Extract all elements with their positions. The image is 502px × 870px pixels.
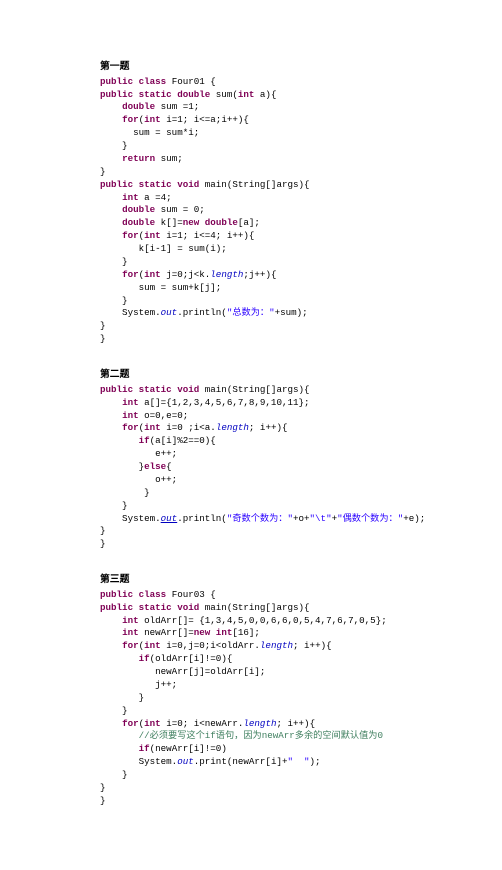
code-line: for(int j=0;j<k.length;j++){ <box>100 269 502 282</box>
code-line: } <box>100 538 502 551</box>
code-line: } <box>100 166 502 179</box>
code-line: } <box>100 487 502 500</box>
code-line: int o=0,e=0; <box>100 410 502 423</box>
code-line: } <box>100 333 502 346</box>
code-line: System.out.println("奇数个数为："+o+"\t"+"偶数个数… <box>100 513 502 526</box>
code-1: public class Four01 {public static doubl… <box>100 76 502 346</box>
code-line: for(int i=1; i<=a;i++){ <box>100 114 502 127</box>
code-line: if(newArr[i]!=0) <box>100 743 502 756</box>
code-line: o++; <box>100 474 502 487</box>
code-line: int a[]={1,2,3,4,5,6,7,8,9,10,11}; <box>100 397 502 410</box>
code-line: }else{ <box>100 461 502 474</box>
page: 第一题 public class Four01 {public static d… <box>0 0 502 870</box>
code-line: int newArr[]=new int[16]; <box>100 627 502 640</box>
heading-2: 第二题 <box>100 368 502 382</box>
heading-1: 第一题 <box>100 60 502 74</box>
code-line: System.out.print(newArr[i]+" "); <box>100 756 502 769</box>
code-line: for(int i=1; i<=4; i++){ <box>100 230 502 243</box>
code-line: j++; <box>100 679 502 692</box>
code-3: public class Four03 {public static void … <box>100 589 502 808</box>
code-line: int oldArr[]= {1,3,4,5,0,0,6,6,0,5,4,7,6… <box>100 615 502 628</box>
code-line: newArr[j]=oldArr[i]; <box>100 666 502 679</box>
section-1: 第一题 public class Four01 {public static d… <box>100 60 502 346</box>
code-line: } <box>100 795 502 808</box>
code-line: k[i-1] = sum(i); <box>100 243 502 256</box>
code-line: System.out.println("总数为："+sum); <box>100 307 502 320</box>
code-line: } <box>100 295 502 308</box>
section-3: 第三题 public class Four03 {public static v… <box>100 573 502 808</box>
code-line: double sum =1; <box>100 101 502 114</box>
code-line: sum = sum+k[j]; <box>100 282 502 295</box>
code-line: public static void main(String[]args){ <box>100 384 502 397</box>
code-line: if(oldArr[i]!=0){ <box>100 653 502 666</box>
code-line: if(a[i]%2==0){ <box>100 435 502 448</box>
code-line: public static void main(String[]args){ <box>100 179 502 192</box>
code-line: for(int i=0 ;i<a.length; i++){ <box>100 422 502 435</box>
code-line: public static void main(String[]args){ <box>100 602 502 615</box>
code-line: } <box>100 500 502 513</box>
code-line: } <box>100 782 502 795</box>
code-line: } <box>100 525 502 538</box>
code-line: } <box>100 320 502 333</box>
code-line: } <box>100 140 502 153</box>
code-line: } <box>100 692 502 705</box>
code-line: sum = sum*i; <box>100 127 502 140</box>
code-line: for(int i=0,j=0;i<oldArr.length; i++){ <box>100 640 502 653</box>
section-2: 第二题 public static void main(String[]args… <box>100 368 502 551</box>
code-line: e++; <box>100 448 502 461</box>
code-line: //必须要写这个if语句，因为newArr多余的空间默认值为0 <box>100 730 502 743</box>
heading-3: 第三题 <box>100 573 502 587</box>
code-line: for(int i=0; i<newArr.length; i++){ <box>100 718 502 731</box>
code-line: } <box>100 705 502 718</box>
code-2: public static void main(String[]args){ i… <box>100 384 502 551</box>
code-line: double k[]=new double[a]; <box>100 217 502 230</box>
code-line: public class Four01 { <box>100 76 502 89</box>
code-line: int a =4; <box>100 192 502 205</box>
code-line: } <box>100 769 502 782</box>
code-line: } <box>100 256 502 269</box>
code-line: return sum; <box>100 153 502 166</box>
code-line: public class Four03 { <box>100 589 502 602</box>
code-line: public static double sum(int a){ <box>100 89 502 102</box>
code-line: double sum = 0; <box>100 204 502 217</box>
